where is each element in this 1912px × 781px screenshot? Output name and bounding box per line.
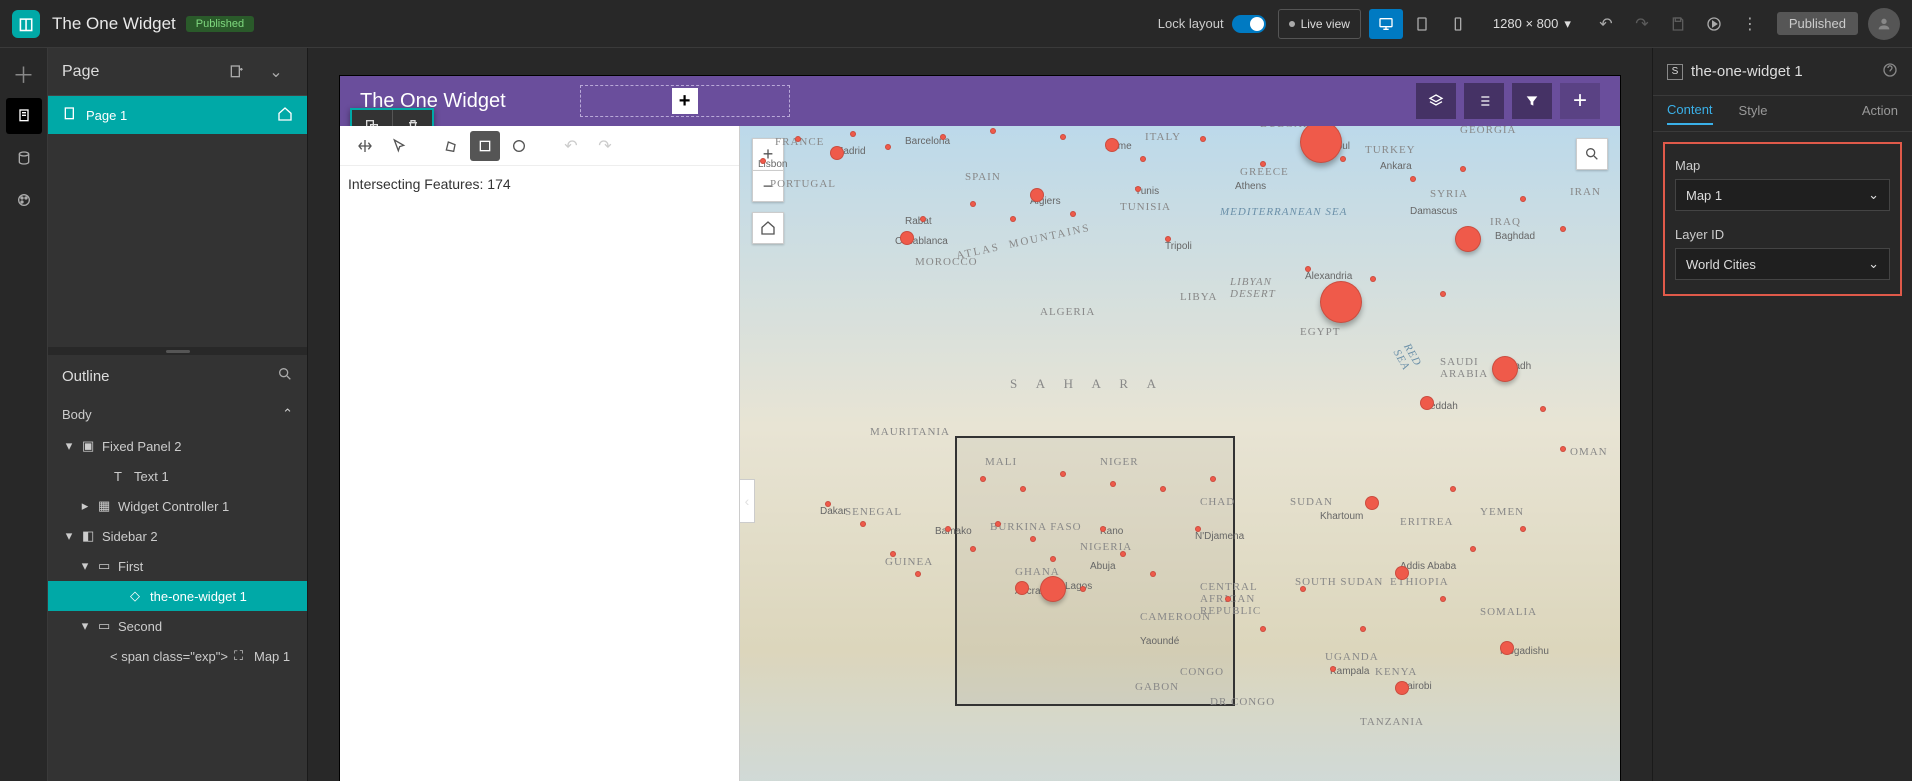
topbar: ◫ The One Widget Published Lock layout L…	[0, 0, 1912, 48]
panel-divider[interactable]	[48, 347, 307, 355]
tab-style[interactable]: Style	[1739, 103, 1768, 124]
tree-row-second[interactable]: ▾▭Second	[48, 611, 307, 641]
widget-header: The One Widget + +	[340, 76, 1620, 126]
lock-layout-control[interactable]: Lock layout	[1158, 15, 1266, 33]
canvas-area[interactable]: The One Widget + +	[308, 48, 1652, 781]
more-menu-icon[interactable]: ⋮	[1733, 9, 1767, 39]
pages-icon[interactable]	[6, 98, 42, 134]
stage: The One Widget + +	[340, 76, 1620, 781]
rectangle-tool-icon[interactable]	[470, 131, 500, 161]
outline-body-header[interactable]: Body ⌃	[48, 397, 307, 431]
layers-icon[interactable]	[1416, 83, 1456, 119]
tree-row-the-one-widget[interactable]: ◇the-one-widget 1	[48, 581, 307, 611]
header-placeholder-slot[interactable]: +	[580, 85, 790, 117]
topbar-actions: ↶ ↷ ⋮	[1589, 9, 1767, 39]
widget-type-icon: S	[1667, 64, 1683, 80]
home-icon	[277, 106, 293, 125]
redo-icon[interactable]: ↷	[1625, 9, 1659, 39]
tree-row-first[interactable]: ▾▭First	[48, 551, 307, 581]
tree-row-text1[interactable]: TText 1	[48, 461, 307, 491]
rp-header: S the-one-widget 1	[1653, 48, 1912, 96]
device-preview-group	[1369, 9, 1475, 39]
map-select[interactable]: Map 1⌄	[1675, 179, 1890, 211]
search-outline-icon[interactable]	[277, 366, 293, 386]
save-icon[interactable]	[1661, 9, 1695, 39]
redo-draw-icon[interactable]: ↷	[590, 131, 620, 161]
chevron-up-icon: ⌃	[282, 406, 293, 422]
home-extent-icon[interactable]	[752, 212, 784, 244]
preview-play-icon[interactable]	[1697, 9, 1731, 39]
outline-header: Outline	[48, 355, 307, 397]
theme-icon[interactable]	[6, 182, 42, 218]
pointer-tool-icon[interactable]	[384, 131, 414, 161]
mobile-device-icon[interactable]	[1441, 9, 1475, 39]
map-nav-controls: + −	[752, 138, 784, 244]
page-panel-header: Page ⌄	[48, 48, 307, 96]
tablet-device-icon[interactable]	[1405, 9, 1439, 39]
tool-panel: ↶ ↷ Intersecting Features: 174	[340, 126, 740, 781]
main-body: ＋ Page ⌄ Page 1 Outlin	[0, 48, 1912, 781]
undo-draw-icon[interactable]: ↶	[556, 131, 586, 161]
layer-config-label: Layer ID	[1675, 227, 1890, 242]
chevron-down-icon: ▾	[1564, 16, 1571, 32]
undo-icon[interactable]: ↶	[1589, 9, 1623, 39]
right-panel: S the-one-widget 1 Content Style Action …	[1652, 48, 1912, 781]
app-root: ◫ The One Widget Published Lock layout L…	[0, 0, 1912, 781]
map-config-label: Map	[1675, 158, 1890, 173]
insert-icon[interactable]: ＋	[6, 56, 42, 92]
add-page-icon[interactable]	[219, 57, 253, 87]
tree-row-sidebar2[interactable]: ▾◧Sidebar 2	[48, 521, 307, 551]
circle-tool-icon[interactable]	[504, 131, 534, 161]
tree-row-fixed-panel[interactable]: ▾▣Fixed Panel 2	[48, 431, 307, 461]
user-avatar-icon[interactable]	[1868, 8, 1900, 40]
map-canvas[interactable]: + − ‹ FRANCE SPAIN PORTUGAL ITALY GREECE	[740, 126, 1620, 781]
add-icon[interactable]: +	[1560, 83, 1600, 119]
filter-icon[interactable]	[1512, 83, 1552, 119]
tree-row-map1[interactable]: < span class="exp">⛶Map 1	[48, 641, 307, 671]
desktop-device-icon[interactable]	[1369, 9, 1403, 39]
intersecting-features-label: Intersecting Features: 174	[340, 166, 739, 202]
page-item[interactable]: Page 1	[48, 96, 307, 134]
rp-tabs: Content Style Action	[1653, 96, 1912, 132]
left-rail: ＋	[0, 48, 48, 781]
add-widget-plus-icon[interactable]: +	[672, 88, 698, 114]
chevron-down-icon: ⌄	[1868, 256, 1879, 272]
map-search-button[interactable]	[1576, 138, 1608, 170]
left-panel: Page ⌄ Page 1 Outline Body	[48, 48, 308, 781]
lock-layout-toggle[interactable]	[1232, 15, 1266, 33]
data-icon[interactable]	[6, 140, 42, 176]
help-icon[interactable]	[1882, 62, 1898, 82]
page-icon	[62, 106, 78, 125]
status-badge: Published	[186, 16, 254, 32]
canvas-size-select[interactable]: 1280 × 800 ▾	[1483, 16, 1581, 32]
list-icon[interactable]	[1464, 83, 1504, 119]
chevron-down-icon: ⌄	[1868, 187, 1879, 203]
publish-button[interactable]: Published	[1777, 12, 1858, 35]
tab-action[interactable]: Action	[1862, 103, 1898, 124]
tree-row-widget-controller[interactable]: ▸▦Widget Controller 1	[48, 491, 307, 521]
tab-content[interactable]: Content	[1667, 102, 1713, 125]
page-options-chevron-icon[interactable]: ⌄	[259, 57, 293, 87]
collapse-panel-icon[interactable]: ‹	[740, 479, 755, 523]
move-tool-icon[interactable]	[350, 131, 380, 161]
layer-select[interactable]: World Cities⌄	[1675, 248, 1890, 280]
content-config-block: Map Map 1⌄ Layer ID World Cities⌄	[1663, 142, 1902, 296]
app-title: The One Widget	[52, 14, 176, 34]
lock-layout-label: Lock layout	[1158, 16, 1224, 31]
outline-tree: ▾▣Fixed Panel 2 TText 1 ▸▦Widget Control…	[48, 431, 307, 781]
app-logo-icon[interactable]: ◫	[12, 10, 40, 38]
polygon-tool-icon[interactable]	[436, 131, 466, 161]
draw-toolbar: ↶ ↷	[340, 126, 739, 166]
live-view-button[interactable]: Live view	[1278, 9, 1361, 39]
